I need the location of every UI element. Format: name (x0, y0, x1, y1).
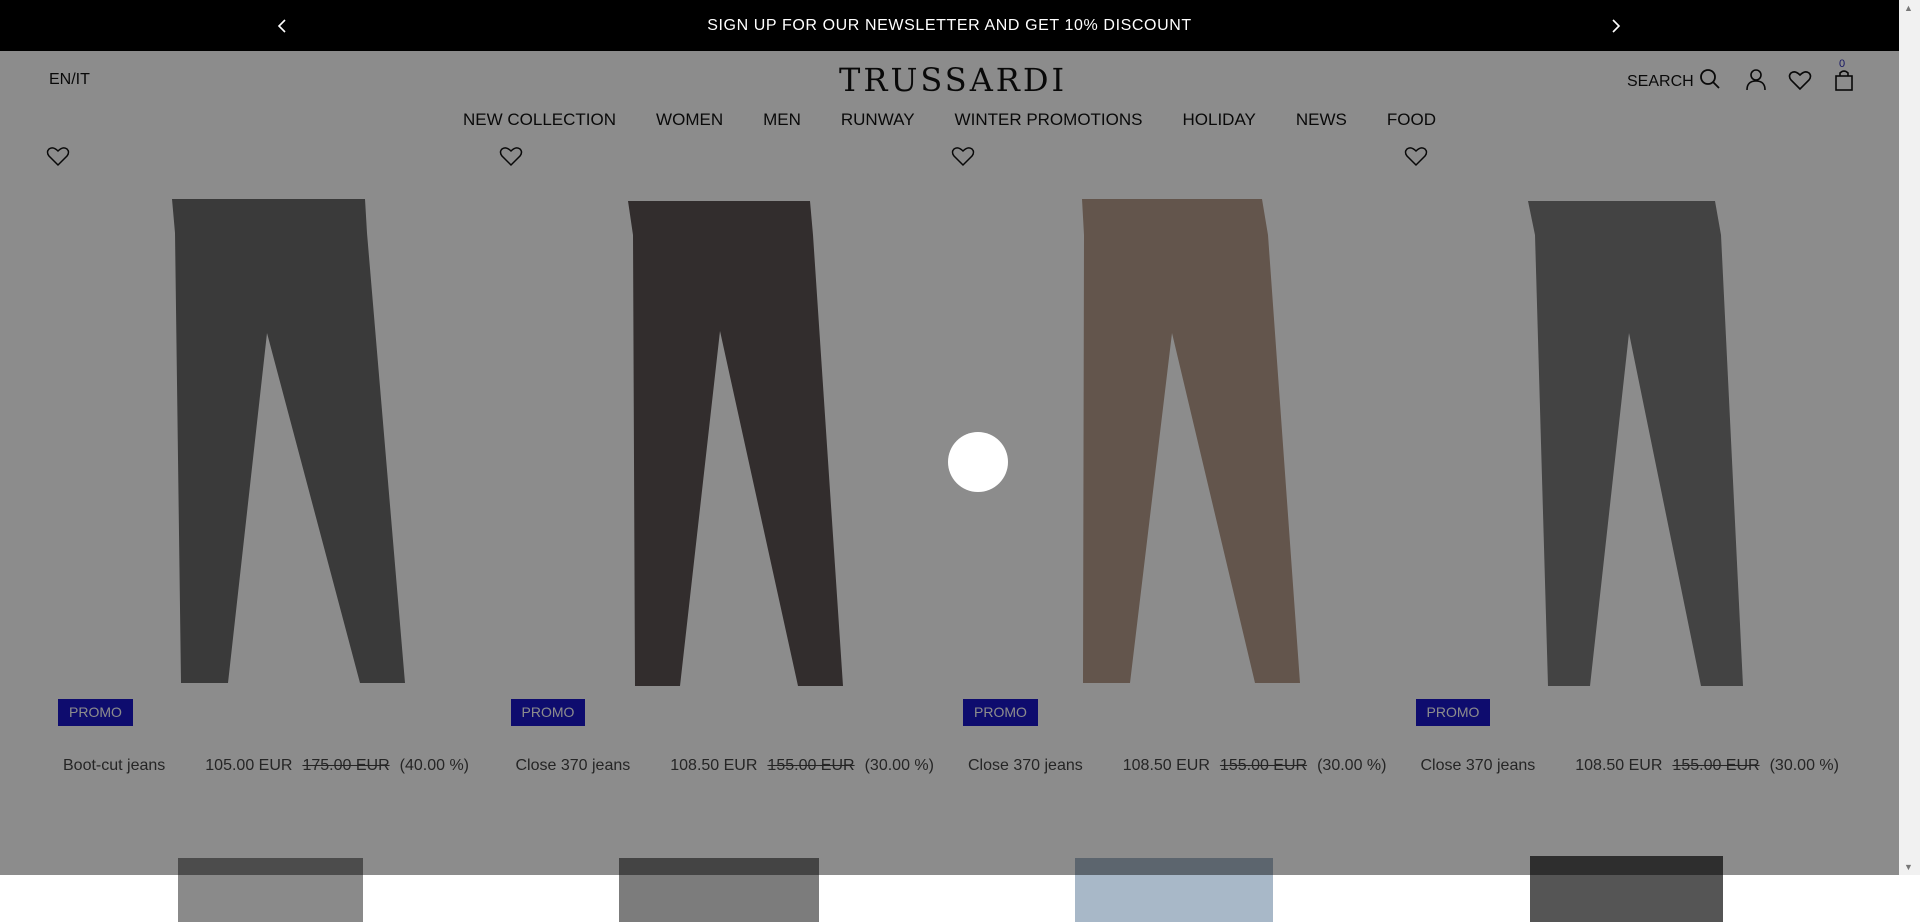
loading-spinner (948, 432, 1008, 492)
scroll-up-arrow-icon[interactable]: ▲ (1904, 3, 1913, 13)
scroll-down-arrow-icon[interactable]: ▼ (1904, 862, 1913, 872)
chevron-left-icon[interactable] (267, 0, 297, 51)
announcement-bar: SIGN UP FOR OUR NEWSLETTER AND GET 10% D… (0, 0, 1899, 51)
newsletter-promo-text[interactable]: SIGN UP FOR OUR NEWSLETTER AND GET 10% D… (707, 17, 1192, 35)
vertical-scrollbar[interactable]: ▲ ▼ (1899, 0, 1920, 875)
chevron-right-icon[interactable] (1601, 0, 1631, 51)
